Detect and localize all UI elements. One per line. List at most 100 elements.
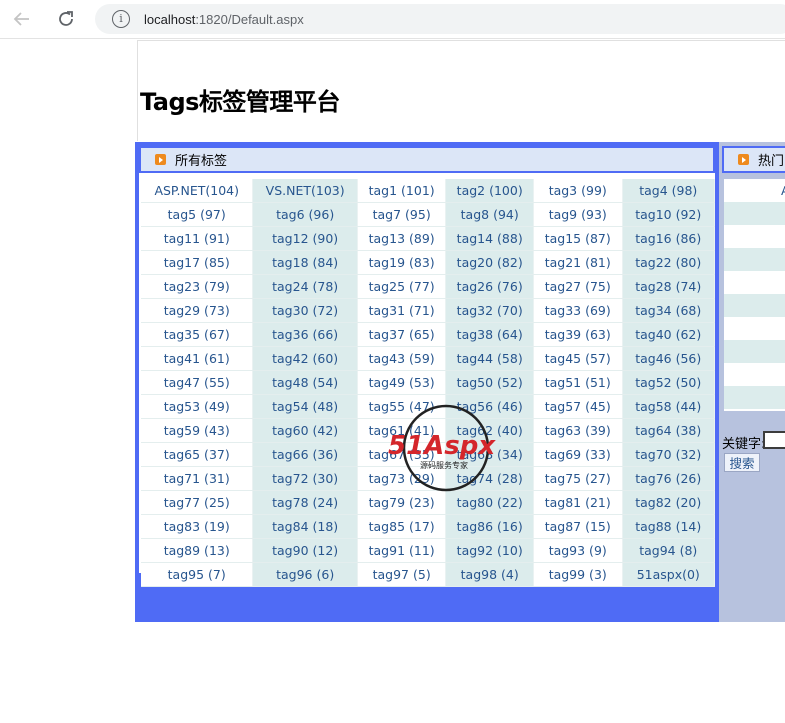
tag-link[interactable]: tag91 (11)	[357, 538, 447, 563]
tag-link[interactable]: tag8 (94)	[445, 202, 534, 227]
tag-link[interactable]: tag73 (29)	[357, 466, 447, 491]
tag-link[interactable]: tag4 (98)	[622, 179, 715, 203]
tag-link[interactable]: tag11 (91)	[141, 226, 254, 251]
tag-link[interactable]: tag18 (84)	[252, 250, 358, 275]
tag-link[interactable]: tag12 (90)	[252, 226, 358, 251]
tag-link[interactable]: tag7 (95)	[357, 202, 447, 227]
tag-link[interactable]: tag19 (83)	[357, 250, 447, 275]
tag-link[interactable]: tag30 (72)	[252, 298, 358, 323]
tag-link[interactable]: tag92 (10)	[445, 538, 534, 563]
tag-link[interactable]: tag88 (14)	[622, 514, 715, 539]
tag-link[interactable]: tag97 (5)	[357, 562, 447, 587]
tag-link[interactable]: tag61 (41)	[357, 418, 447, 443]
tag-link[interactable]: tag78 (24)	[252, 490, 358, 515]
tag-link[interactable]: tag79 (23)	[357, 490, 447, 515]
tag-link[interactable]: tag5 (97)	[141, 202, 254, 227]
tag-link[interactable]: tag98 (4)	[445, 562, 534, 587]
tag-link[interactable]: tag90 (12)	[252, 538, 358, 563]
tag-link[interactable]: tag6 (96)	[252, 202, 358, 227]
tag-link[interactable]: tag96 (6)	[252, 562, 358, 587]
tag-link[interactable]: tag29 (73)	[141, 298, 254, 323]
tag-link[interactable]: tag64 (38)	[622, 418, 715, 443]
tag-link[interactable]: tag82 (20)	[622, 490, 715, 515]
tag-link[interactable]: tag48 (54)	[252, 370, 358, 395]
search-input[interactable]	[763, 431, 785, 449]
tag-link[interactable]: tag2 (100)	[445, 179, 534, 203]
tag-link[interactable]: tag33 (69)	[533, 298, 623, 323]
tag-link[interactable]: tag46 (56)	[622, 346, 715, 371]
tag-link[interactable]: tag35 (67)	[141, 322, 254, 347]
tag-link[interactable]: tag36 (66)	[252, 322, 358, 347]
tag-link[interactable]: tag24 (78)	[252, 274, 358, 299]
tag-link[interactable]: tag50 (52)	[445, 370, 534, 395]
tag-link[interactable]: tag85 (17)	[357, 514, 447, 539]
tag-link[interactable]: tag94 (8)	[622, 538, 715, 563]
info-icon[interactable]: i	[112, 10, 130, 28]
tag-link[interactable]: tag25 (77)	[357, 274, 447, 299]
hot-tag-link[interactable]: A	[724, 179, 785, 202]
tag-link[interactable]: tag72 (30)	[252, 466, 358, 491]
tag-link[interactable]: tag63 (39)	[533, 418, 623, 443]
tag-link[interactable]: tag56 (46)	[445, 394, 534, 419]
tag-link[interactable]: tag47 (55)	[141, 370, 254, 395]
back-arrow-icon[interactable]	[8, 5, 36, 33]
tag-link[interactable]: tag99 (3)	[533, 562, 623, 587]
tag-link[interactable]: tag69 (33)	[533, 442, 623, 467]
tag-link[interactable]: tag10 (92)	[622, 202, 715, 227]
tag-link[interactable]: tag54 (48)	[252, 394, 358, 419]
tag-link[interactable]: tag15 (87)	[533, 226, 623, 251]
tag-link[interactable]: ASP.NET(104)	[141, 179, 254, 203]
tag-link[interactable]: tag14 (88)	[445, 226, 534, 251]
tag-link[interactable]: tag38 (64)	[445, 322, 534, 347]
tag-link[interactable]: tag55 (47)	[357, 394, 447, 419]
tag-link[interactable]: tag3 (99)	[533, 179, 623, 203]
tag-link[interactable]: tag44 (58)	[445, 346, 534, 371]
tag-link[interactable]: tag87 (15)	[533, 514, 623, 539]
tag-link[interactable]: tag17 (85)	[141, 250, 254, 275]
tag-link[interactable]: tag1 (101)	[357, 179, 447, 203]
tag-link[interactable]: tag53 (49)	[141, 394, 254, 419]
tag-link[interactable]: tag13 (89)	[357, 226, 447, 251]
tag-link[interactable]: tag58 (44)	[622, 394, 715, 419]
tag-link[interactable]: tag57 (45)	[533, 394, 623, 419]
search-button[interactable]: 搜索	[724, 453, 760, 472]
tag-link[interactable]: tag43 (59)	[357, 346, 447, 371]
tag-link[interactable]: tag28 (74)	[622, 274, 715, 299]
tag-link[interactable]: tag49 (53)	[357, 370, 447, 395]
tag-link[interactable]: tag42 (60)	[252, 346, 358, 371]
reload-icon[interactable]	[52, 5, 80, 33]
tag-link[interactable]: tag89 (13)	[141, 538, 254, 563]
tag-link[interactable]: tag71 (31)	[141, 466, 254, 491]
tag-link[interactable]: tag31 (71)	[357, 298, 447, 323]
tag-link[interactable]: tag83 (19)	[141, 514, 254, 539]
tag-link[interactable]: tag23 (79)	[141, 274, 254, 299]
tag-link[interactable]: tag75 (27)	[533, 466, 623, 491]
tag-link[interactable]: tag67 (35)	[357, 442, 447, 467]
tag-link[interactable]: tag68 (34)	[445, 442, 534, 467]
tag-link[interactable]: tag77 (25)	[141, 490, 254, 515]
address-bar[interactable]: i localhost:1820/Default.aspx	[95, 4, 785, 34]
tag-link[interactable]: tag65 (37)	[141, 442, 254, 467]
tag-link[interactable]: tag37 (65)	[357, 322, 447, 347]
tag-link[interactable]: tag40 (62)	[622, 322, 715, 347]
tag-link[interactable]: VS.NET(103)	[252, 179, 358, 203]
tag-link[interactable]: tag45 (57)	[533, 346, 623, 371]
tag-link[interactable]: tag34 (68)	[622, 298, 715, 323]
tag-link[interactable]: tag16 (86)	[622, 226, 715, 251]
tag-link[interactable]: tag9 (93)	[533, 202, 623, 227]
tag-link[interactable]: tag59 (43)	[141, 418, 254, 443]
tag-link[interactable]: tag27 (75)	[533, 274, 623, 299]
tag-link[interactable]: tag66 (36)	[252, 442, 358, 467]
tag-link[interactable]: tag32 (70)	[445, 298, 534, 323]
tag-link[interactable]: tag62 (40)	[445, 418, 534, 443]
tag-link[interactable]: tag52 (50)	[622, 370, 715, 395]
tag-link[interactable]: tag84 (18)	[252, 514, 358, 539]
tag-link[interactable]: tag93 (9)	[533, 538, 623, 563]
tag-link[interactable]: tag26 (76)	[445, 274, 534, 299]
tag-link[interactable]: tag51 (51)	[533, 370, 623, 395]
tag-link[interactable]: tag95 (7)	[141, 562, 254, 587]
tag-link[interactable]: tag70 (32)	[622, 442, 715, 467]
tag-link[interactable]: tag41 (61)	[141, 346, 254, 371]
tag-link[interactable]: tag39 (63)	[533, 322, 623, 347]
tag-link[interactable]: tag86 (16)	[445, 514, 534, 539]
